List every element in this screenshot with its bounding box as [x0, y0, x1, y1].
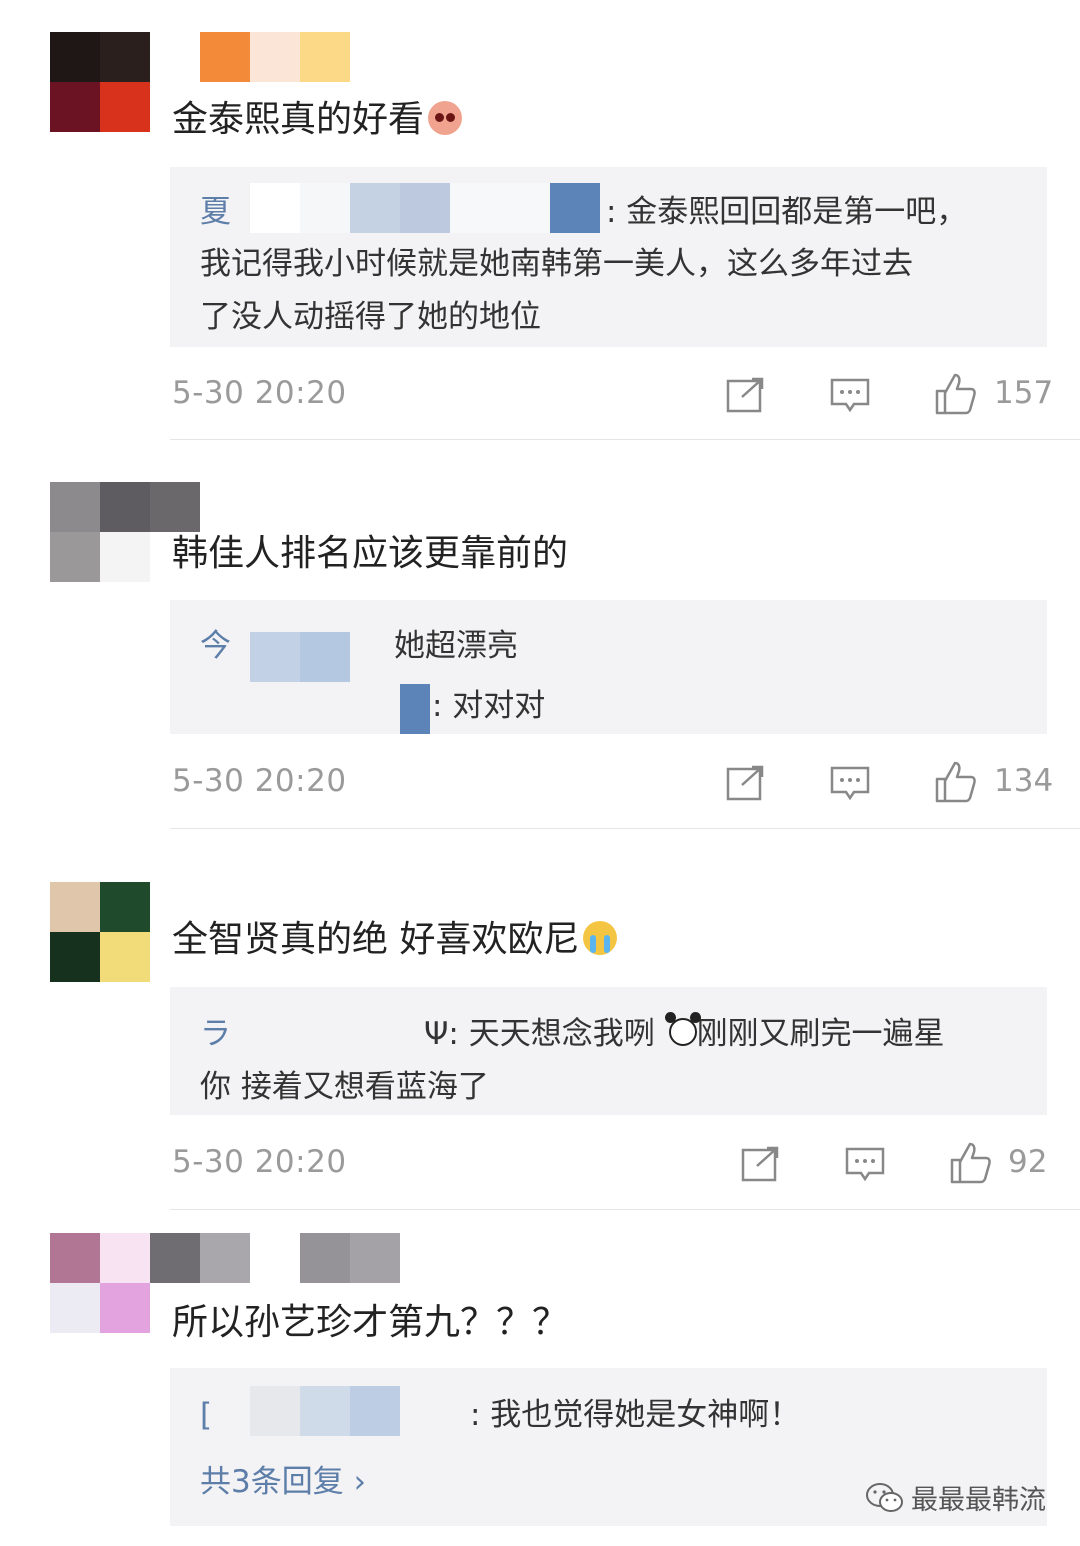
reply-username-mosaic[interactable] [250, 1386, 400, 1436]
reply-line: : 金泰熙回回都是第一吧， [606, 194, 968, 230]
reply-username-mosaic[interactable] [250, 632, 350, 682]
reply-box[interactable]: ラ Ψ: 天天想念我咧 刚刚又刷完一遍星 你 接着又想看蓝海了 [170, 987, 1047, 1115]
reply-line: 了没人动摇得了她的地位 [200, 299, 541, 335]
divider [170, 1209, 1080, 1210]
comment-text: 全智贤真的绝 好喜欢欧尼 [172, 918, 618, 962]
reply-line: 我记得我小时候就是她南韩第一美人，这么多年过去 [200, 246, 913, 282]
reply-box[interactable]: 今 她超漂亮 : 对对对 [170, 600, 1047, 734]
crying-face-emoji [583, 921, 618, 955]
reply-username-mosaic[interactable] [400, 684, 430, 734]
username-mosaic[interactable] [150, 482, 200, 532]
reply-username-mosaic[interactable] [250, 183, 600, 233]
comment-meta: 5-30 20:20 92 [0, 1134, 1080, 1194]
watermark: 最最最韩流 [865, 1478, 1046, 1517]
avatar[interactable] [50, 32, 150, 132]
like-icon[interactable] [948, 1140, 992, 1184]
view-replies-link[interactable]: 共3条回复 › [200, 1456, 366, 1501]
username-mosaic[interactable] [200, 32, 350, 82]
comment-text: 所以孙艺珍才第九？？？ [172, 1302, 569, 1343]
watermark-text: 最最最韩流 [911, 1485, 1046, 1516]
mickey-emoji [664, 1012, 701, 1046]
reply-username[interactable]: 夏 [200, 194, 231, 230]
reply-line: 你 接着又想看蓝海了 [200, 1069, 489, 1105]
share-icon[interactable] [741, 1146, 781, 1182]
reply-line: ラ [200, 1014, 231, 1054]
comment-icon[interactable] [830, 377, 870, 413]
reply-username[interactable]: 今 [200, 628, 231, 664]
like-count: 157 [994, 375, 1054, 411]
timestamp: 5-30 20:20 [172, 763, 347, 799]
reply-box[interactable]: 夏 : 金泰熙回回都是第一吧， 我记得我小时候就是她南韩第一美人，这么多年过去 … [170, 167, 1047, 347]
avatar[interactable] [50, 1233, 150, 1333]
like-icon[interactable] [933, 759, 977, 803]
divider [170, 439, 1080, 440]
avatar[interactable] [50, 882, 150, 982]
like-count: 92 [1008, 1144, 1048, 1180]
share-icon[interactable] [726, 377, 766, 413]
username-mosaic[interactable] [150, 1233, 400, 1283]
like-icon[interactable] [933, 371, 977, 415]
reply-username[interactable]: [ [200, 1397, 212, 1433]
timestamp: 5-30 20:20 [172, 375, 347, 411]
reply-username[interactable]: ラ [200, 1016, 231, 1052]
avatar[interactable] [50, 482, 150, 582]
comment-meta: 5-30 20:20 134 [0, 753, 1080, 813]
wechat-icon [866, 1482, 903, 1512]
like-count: 134 [994, 763, 1054, 799]
divider [170, 828, 1080, 829]
timestamp: 5-30 20:20 [172, 1144, 347, 1180]
comment-icon[interactable] [845, 1146, 885, 1182]
comment-meta: 5-30 20:20 157 [0, 365, 1080, 425]
share-icon[interactable] [726, 765, 766, 801]
reply-line: : 对对对 [432, 688, 546, 724]
comment-icon[interactable] [830, 765, 870, 801]
reply-line: 夏 [200, 192, 231, 232]
reply-line: 今 [200, 626, 231, 666]
comment-text: 金泰熙真的好看 [172, 98, 463, 142]
reply-line: [ [200, 1395, 212, 1435]
comment-text: 韩佳人排名应该更靠前的 [172, 533, 569, 574]
pink-face-emoji [428, 101, 463, 135]
reply-line: 她超漂亮 [394, 628, 518, 664]
reply-line: Ψ: 天天想念我咧 刚刚又刷完一遍星 [424, 1012, 945, 1052]
reply-line: : 我也觉得她是女神啊！ [470, 1397, 801, 1433]
